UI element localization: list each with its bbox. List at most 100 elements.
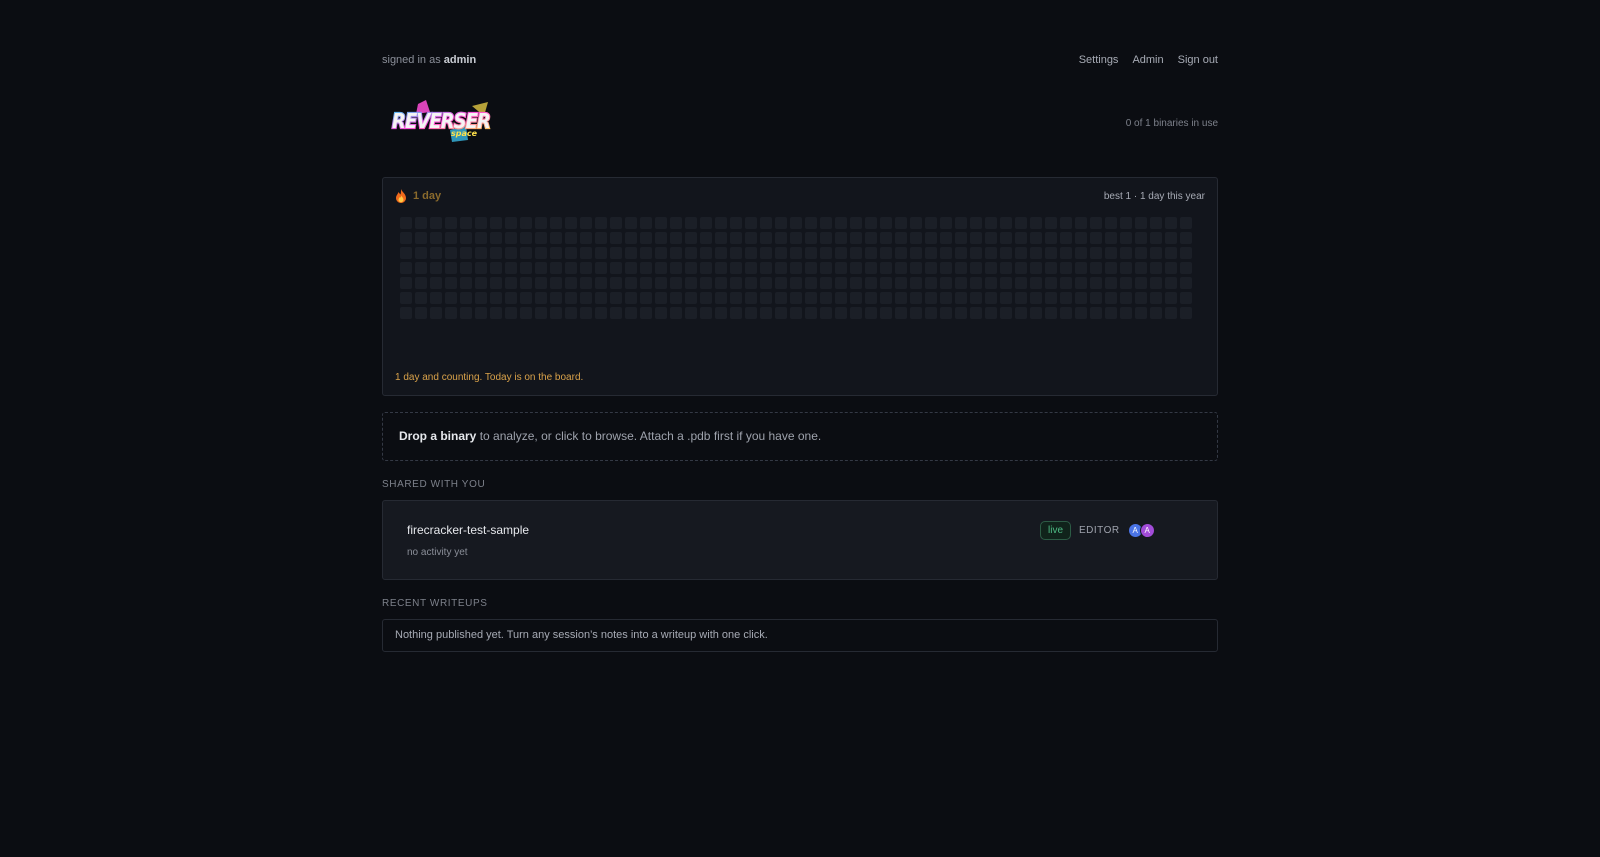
calendar-day-cell	[670, 232, 682, 244]
calendar-day-cell	[745, 277, 757, 289]
calendar-day-cell	[610, 262, 622, 274]
calendar-day-cell	[775, 217, 787, 229]
calendar-day-cell	[625, 262, 637, 274]
calendar-day-cell	[595, 292, 607, 304]
writeups-section-label: RECENT WRITEUPS	[382, 598, 488, 609]
calendar-day-cell	[1120, 217, 1132, 229]
calendar-day-cell	[730, 307, 742, 319]
calendar-day-cell	[895, 232, 907, 244]
calendar-day-cell	[685, 262, 697, 274]
calendar-day-cell	[745, 217, 757, 229]
sign-out-link[interactable]: Sign out	[1178, 54, 1218, 66]
calendar-day-cell	[1150, 232, 1162, 244]
calendar-day-cell	[985, 232, 997, 244]
calendar-day-cell	[1180, 247, 1192, 259]
calendar-day-cell	[790, 247, 802, 259]
calendar-day-cell	[835, 262, 847, 274]
calendar-day-cell	[805, 292, 817, 304]
calendar-day-cell	[1030, 292, 1042, 304]
calendar-day-cell	[745, 247, 757, 259]
calendar-day-cell	[835, 277, 847, 289]
calendar-day-cell	[820, 292, 832, 304]
calendar-day-cell	[805, 247, 817, 259]
reverser-logo[interactable]: REVERSER space	[388, 100, 494, 144]
calendar-day-cell	[970, 277, 982, 289]
calendar-day-cell	[580, 307, 592, 319]
calendar-day-cell	[1000, 247, 1012, 259]
calendar-day-cell	[820, 307, 832, 319]
calendar-day-cell	[715, 277, 727, 289]
calendar-day-cell	[715, 247, 727, 259]
calendar-day-cell	[490, 247, 502, 259]
calendar-day-cell	[955, 232, 967, 244]
calendar-day-cell	[1180, 217, 1192, 229]
shared-session-card[interactable]: firecracker-test-sample no activity yet …	[382, 500, 1218, 580]
calendar-day-cell	[625, 307, 637, 319]
calendar-day-cell	[1075, 307, 1087, 319]
calendar-day-cell	[775, 307, 787, 319]
signed-in-status: signed in as admin	[382, 54, 476, 66]
calendar-day-cell	[1045, 292, 1057, 304]
calendar-day-cell	[490, 307, 502, 319]
calendar-day-cell	[430, 247, 442, 259]
calendar-day-cell	[1015, 247, 1027, 259]
settings-link[interactable]: Settings	[1079, 54, 1119, 66]
calendar-day-cell	[730, 292, 742, 304]
calendar-day-cell	[640, 217, 652, 229]
calendar-day-cell	[1180, 262, 1192, 274]
calendar-day-cell	[520, 277, 532, 289]
calendar-day-cell	[415, 292, 427, 304]
calendar-day-cell	[1045, 277, 1057, 289]
calendar-day-cell	[1000, 217, 1012, 229]
session-activity: no activity yet	[407, 547, 468, 558]
binary-dropzone[interactable]: Drop a binary to analyze, or click to br…	[382, 412, 1218, 461]
calendar-day-cell	[895, 247, 907, 259]
calendar-day-cell	[1060, 292, 1072, 304]
calendar-day-cell	[820, 262, 832, 274]
calendar-day-cell	[475, 217, 487, 229]
calendar-day-cell	[445, 292, 457, 304]
calendar-day-cell	[610, 232, 622, 244]
calendar-day-cell	[1060, 247, 1072, 259]
admin-link[interactable]: Admin	[1132, 54, 1163, 66]
calendar-day-cell	[565, 217, 577, 229]
dropzone-bold: Drop a binary	[399, 429, 477, 443]
calendar-day-cell	[865, 247, 877, 259]
calendar-day-cell	[865, 277, 877, 289]
streak-panel: 1 day best 1 · 1 day this year 1 day and…	[382, 177, 1218, 396]
calendar-day-cell	[1045, 262, 1057, 274]
flame-icon	[396, 189, 406, 203]
calendar-day-cell	[1000, 292, 1012, 304]
calendar-day-cell	[850, 232, 862, 244]
calendar-day-cell	[1090, 232, 1102, 244]
calendar-day-cell	[865, 292, 877, 304]
calendar-day-cell	[925, 262, 937, 274]
calendar-day-cell	[910, 217, 922, 229]
calendar-day-cell	[580, 217, 592, 229]
calendar-day-cell	[850, 217, 862, 229]
calendar-day-cell	[940, 277, 952, 289]
calendar-day-cell	[430, 307, 442, 319]
calendar-day-cell	[925, 277, 937, 289]
calendar-day-cell	[940, 307, 952, 319]
calendar-day-cell	[1060, 217, 1072, 229]
calendar-day-cell	[850, 262, 862, 274]
dropzone-text: Drop a binary to analyze, or click to br…	[399, 429, 821, 443]
calendar-day-cell	[520, 292, 532, 304]
calendar-day-cell	[805, 307, 817, 319]
live-status-badge: live	[1040, 521, 1072, 540]
calendar-day-cell	[760, 277, 772, 289]
calendar-day-cell	[1015, 232, 1027, 244]
calendar-day-cell	[700, 247, 712, 259]
calendar-day-cell	[805, 277, 817, 289]
calendar-day-cell	[475, 232, 487, 244]
calendar-day-cell	[595, 277, 607, 289]
calendar-day-cell	[595, 247, 607, 259]
calendar-day-cell	[1075, 247, 1087, 259]
calendar-day-cell	[625, 232, 637, 244]
calendar-day-cell	[1015, 307, 1027, 319]
calendar-day-cell	[1135, 277, 1147, 289]
calendar-day-cell	[880, 307, 892, 319]
calendar-day-cell	[1165, 292, 1177, 304]
calendar-day-cell	[670, 307, 682, 319]
